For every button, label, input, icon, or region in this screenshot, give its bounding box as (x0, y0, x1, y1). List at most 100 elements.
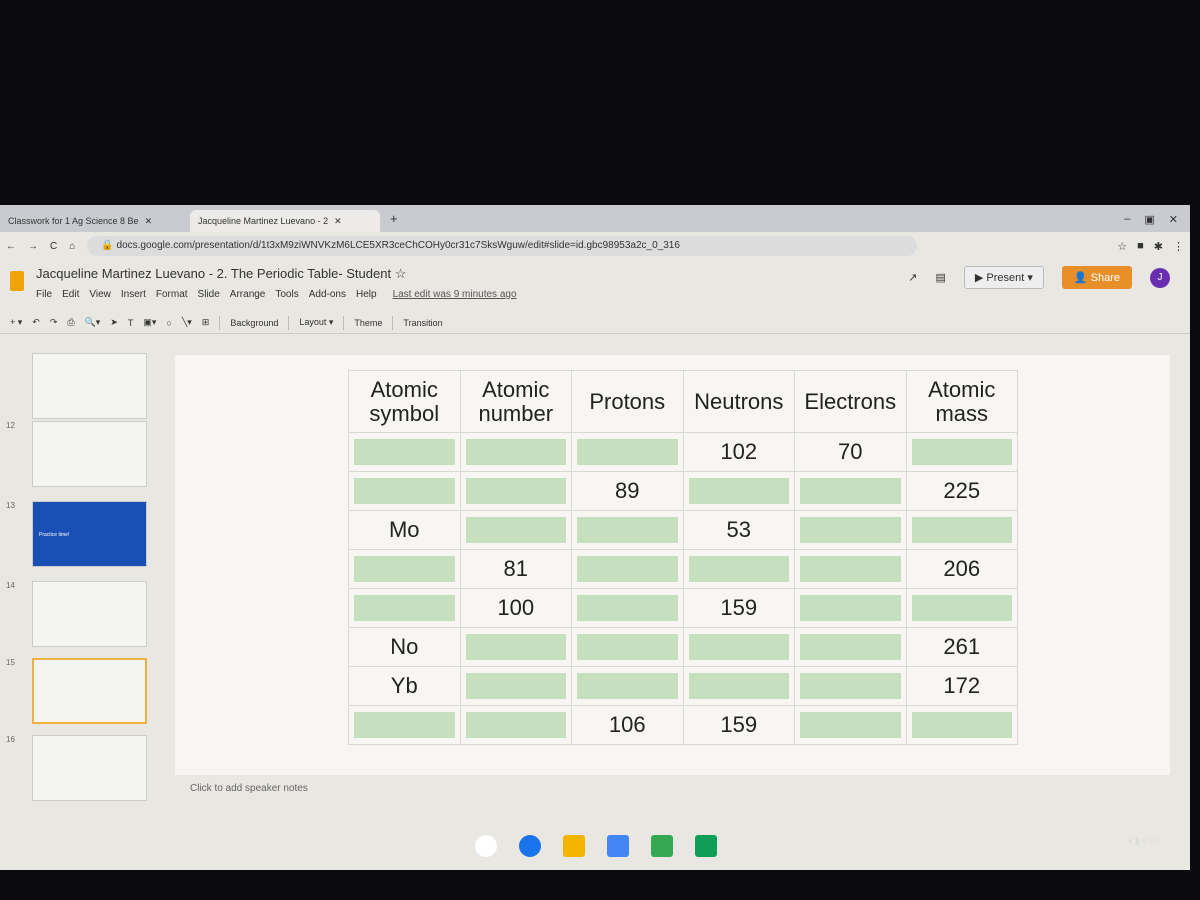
menu-help[interactable]: Help (356, 289, 377, 300)
table-cell[interactable] (905, 510, 1018, 550)
table-cell[interactable] (905, 705, 1018, 745)
table-cell[interactable]: 172 (905, 666, 1018, 706)
menu-addons[interactable]: Add-ons (309, 289, 346, 300)
table-cell[interactable] (571, 627, 684, 667)
table-cell[interactable] (459, 666, 572, 706)
table-cell[interactable]: 70 (794, 432, 907, 472)
background-button[interactable]: Background (230, 318, 278, 328)
table-cell[interactable] (794, 588, 907, 628)
doc-title[interactable]: Jacqueline Martinez Luevano - 2. The Per… (36, 266, 391, 281)
close-window-icon[interactable]: ✕ (1169, 213, 1178, 226)
table-cell[interactable] (571, 666, 684, 706)
column-header[interactable]: Atomic symbol (348, 370, 461, 433)
slide-thumbnail[interactable] (32, 735, 147, 801)
table-cell[interactable] (348, 471, 461, 511)
transition-button[interactable]: Transition (403, 318, 442, 328)
forward-icon[interactable]: → (28, 241, 38, 252)
activity-icon[interactable]: ↗ (908, 271, 917, 284)
table-cell[interactable] (459, 705, 572, 745)
shape-icon[interactable]: ○ (166, 318, 171, 328)
slide-thumbnail[interactable] (32, 581, 147, 647)
minimize-icon[interactable]: – (1124, 213, 1130, 226)
table-cell[interactable] (682, 666, 795, 706)
puzzle-icon[interactable]: ✱ (1154, 240, 1163, 253)
table-cell[interactable] (794, 627, 907, 667)
table-cell[interactable] (794, 471, 907, 511)
table-cell[interactable]: 102 (682, 432, 795, 472)
textbox-icon[interactable]: T (128, 318, 134, 328)
table-cell[interactable]: 106 (571, 705, 684, 745)
last-edit-link[interactable]: Last edit was 9 minutes ago (393, 289, 517, 300)
home-icon[interactable]: ⌂ (69, 241, 75, 252)
slide-thumbnail[interactable]: Practice time! (32, 501, 147, 567)
table-cell[interactable] (571, 510, 684, 550)
table-cell[interactable]: Yb (348, 666, 461, 706)
table-cell[interactable] (571, 432, 684, 472)
table-cell[interactable]: 159 (682, 705, 795, 745)
share-button[interactable]: 👤 Share (1061, 266, 1132, 289)
speaker-notes[interactable]: Click to add speaker notes (190, 783, 308, 794)
extension-icon[interactable]: ■ (1137, 240, 1144, 253)
table-cell[interactable] (348, 705, 461, 745)
column-header[interactable]: Electrons (794, 370, 907, 433)
undo-icon[interactable]: ↶ (32, 317, 40, 328)
column-header[interactable]: Protons (571, 370, 684, 433)
table-cell[interactable]: 100 (459, 588, 572, 628)
table-cell[interactable]: 81 (459, 549, 572, 589)
redo-icon[interactable]: ↷ (50, 317, 58, 328)
column-header[interactable]: Atomic mass (905, 370, 1018, 433)
tab-slides[interactable]: Jacqueline Martinez Luevano - 2 ✕ (190, 210, 380, 232)
table-cell[interactable]: 225 (905, 471, 1018, 511)
table-cell[interactable]: Mo (348, 510, 461, 550)
menu-file[interactable]: File (36, 289, 52, 300)
chrome-icon[interactable] (475, 835, 497, 857)
comments-icon[interactable]: ▤ (935, 271, 945, 284)
bookmark-star-icon[interactable]: ☆ (1117, 240, 1127, 253)
close-icon[interactable]: ✕ (145, 216, 153, 227)
table-cell[interactable] (459, 471, 572, 511)
system-clock[interactable]: ▾ ▮ 9:57 (1128, 836, 1160, 847)
table-cell[interactable] (794, 510, 907, 550)
close-icon[interactable]: ✕ (334, 216, 342, 227)
table-cell[interactable] (459, 627, 572, 667)
menu-insert[interactable]: Insert (121, 289, 146, 300)
slides-icon[interactable] (563, 835, 585, 857)
table-cell[interactable]: 261 (905, 627, 1018, 667)
slide-thumbnail[interactable] (32, 421, 147, 487)
table-cell[interactable]: 53 (682, 510, 795, 550)
table-cell[interactable] (348, 549, 461, 589)
new-tab-icon[interactable]: + (380, 211, 408, 232)
table-cell[interactable] (905, 432, 1018, 472)
table-cell[interactable]: 89 (571, 471, 684, 511)
table-cell[interactable]: 159 (682, 588, 795, 628)
docs-icon[interactable] (607, 835, 629, 857)
table-cell[interactable] (794, 705, 907, 745)
layout-button[interactable]: Layout ▾ (299, 317, 333, 328)
meet-icon[interactable] (519, 835, 541, 857)
table-cell[interactable] (571, 549, 684, 589)
sheets-icon[interactable] (695, 835, 717, 857)
table-cell[interactable] (905, 588, 1018, 628)
table-cell[interactable] (682, 627, 795, 667)
address-bar[interactable]: 🔒 docs.google.com/presentation/d/1t3xM9z… (87, 236, 918, 256)
table-cell[interactable] (682, 549, 795, 589)
present-button[interactable]: ▶ Present ▾ (963, 266, 1044, 289)
new-slide-icon[interactable]: + ▾ (10, 317, 22, 328)
restore-icon[interactable]: ▣ (1144, 213, 1154, 226)
menu-view[interactable]: View (89, 289, 111, 300)
slide-canvas[interactable]: Atomic symbol Atomic number Protons Neutron… (175, 355, 1170, 775)
reload-icon[interactable]: C (50, 241, 57, 252)
column-header[interactable]: Neutrons (682, 370, 795, 433)
menu-tools[interactable]: Tools (275, 289, 298, 300)
table-cell[interactable] (794, 666, 907, 706)
slides-logo[interactable] (10, 271, 24, 291)
print-icon[interactable]: ⎙ (67, 317, 74, 328)
table-cell[interactable]: 206 (905, 549, 1018, 589)
line-icon[interactable]: ╲▾ (182, 317, 192, 328)
menu-edit[interactable]: Edit (62, 289, 79, 300)
avatar[interactable]: J (1150, 267, 1170, 288)
menu-slide[interactable]: Slide (198, 289, 220, 300)
star-icon[interactable]: ☆ (395, 266, 407, 281)
table-cell[interactable] (794, 549, 907, 589)
menu-arrange[interactable]: Arrange (230, 289, 266, 300)
